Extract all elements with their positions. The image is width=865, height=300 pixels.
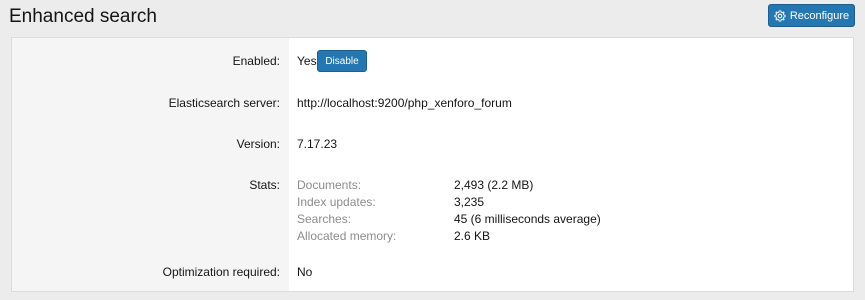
reconfigure-label: Reconfigure <box>789 9 850 22</box>
version-value: 7.17.23 <box>297 137 338 151</box>
stat-name: Documents: <box>297 178 362 192</box>
stat-value: 2,493 (2.2 MB) <box>454 178 534 192</box>
stat-name: Searches: <box>297 212 352 226</box>
reconfigure-button[interactable]: Reconfigure <box>768 4 855 27</box>
server-value: http://localhost:9200/php_xenforo_forum <box>297 96 512 110</box>
stat-value: 45 (6 milliseconds average) <box>454 212 601 226</box>
disable-button[interactable]: Disable <box>317 50 367 72</box>
server-label: Elasticsearch server: <box>168 96 280 110</box>
page-title: Enhanced search <box>9 6 157 27</box>
enabled-value: Yes <box>297 54 317 68</box>
gear-icon <box>774 9 786 22</box>
stat-row: Searches: 45 (6 milliseconds average) <box>297 211 627 228</box>
search-settings-panel: Enabled: Yes Disable Elasticsearch serve… <box>11 37 854 292</box>
stat-value: 2.6 KB <box>454 229 491 243</box>
version-label: Version: <box>236 137 280 151</box>
stat-name: Index updates: <box>297 195 376 209</box>
stat-value: 3,235 <box>454 195 485 209</box>
stat-row: Documents: 2,493 (2.2 MB) <box>297 177 627 194</box>
optimization-value: No <box>297 265 313 279</box>
stat-name: Allocated memory: <box>297 229 397 243</box>
stat-row: Index updates: 3,235 <box>297 194 627 211</box>
optimization-label: Optimization required: <box>162 265 280 279</box>
stats-label: Stats: <box>249 178 280 192</box>
stat-row: Allocated memory: 2.6 KB <box>297 228 627 245</box>
label-column <box>12 38 289 291</box>
stats-table: Documents: 2,493 (2.2 MB) Index updates:… <box>297 177 627 245</box>
enabled-label: Enabled: <box>232 54 280 68</box>
page-header: Enhanced search Reconfigure <box>0 0 865 36</box>
